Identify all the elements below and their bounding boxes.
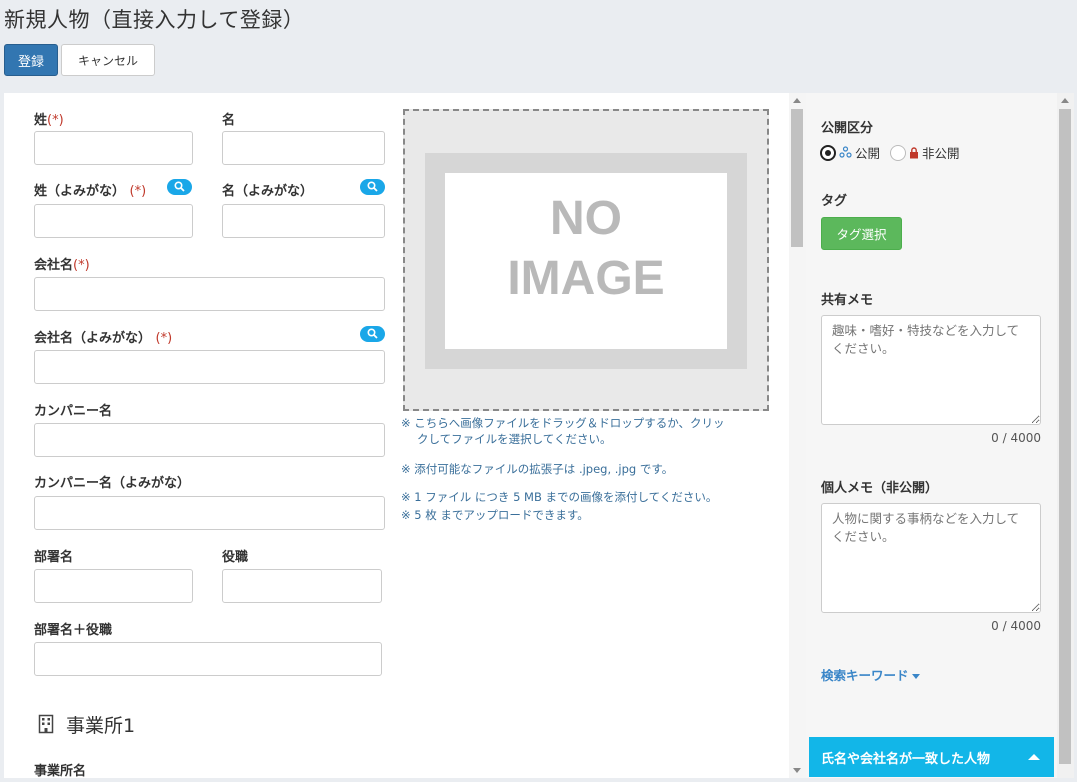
company-name-kana-label: 会社名（よみがな） (*) [34,331,173,346]
company-alias-input[interactable] [34,423,385,457]
company-alias-kana-label: カンパニー名（よみがな） [34,476,191,491]
main-scrollbar[interactable] [789,93,806,778]
public-label: 公開 [855,146,881,161]
image-note-extensions: ※ 添付可能なファイルの拡張子は .jpeg, .jpg です。 [401,462,674,476]
company-alias-label: カンパニー名 [34,404,113,419]
image-note-count-limit: ※ 5 枚 までアップロードできます。 [401,508,589,522]
first-name-input[interactable] [222,131,385,165]
no-image-frame: NO IMAGE [425,153,747,369]
register-button[interactable]: 登録 [4,44,58,76]
shared-memo-textarea[interactable] [821,315,1041,425]
image-note-size-limit: ※ 1 ファイル につき 5 MB までの画像を添付してください。 [401,490,718,504]
caret-up-icon[interactable] [1028,754,1040,760]
position-label: 役職 [222,550,249,565]
company-name-kana-input[interactable] [34,350,385,384]
first-name-kana-input[interactable] [222,204,385,238]
company-name-kana-search-icon[interactable] [360,326,385,342]
last-name-kana-label: 姓（よみがな） (*) [34,184,147,199]
visibility-public-option[interactable]: 公開 [820,143,880,162]
office-name-label: 事業所名 [34,764,87,778]
visibility-private-option[interactable]: 非公開 [890,143,960,162]
personal-memo-label: 個人メモ（非公開） [821,481,939,496]
no-image-placeholder: NO IMAGE [445,173,727,349]
search-keyword-dropdown[interactable]: 検索キーワード [821,665,920,684]
image-note-drag-drop: ※ こちらへ画像ファイルをドラッグ＆ドロップするか、クリッ クしてファイルを選択… [401,416,725,446]
company-name-input[interactable] [34,277,385,311]
public-radio[interactable] [820,144,836,161]
lock-icon [910,146,918,158]
last-name-kana-search-icon[interactable] [167,179,192,195]
image-drop-zone[interactable]: NO IMAGE [403,109,769,411]
cancel-button[interactable]: キャンセル [61,44,155,76]
tag-label: タグ [821,194,848,209]
side-panel: 公開区分 公開 非公開 タグ タグ選択 共有メモ 0 / 4000 個人メモ（非… [806,93,1057,778]
last-name-input[interactable] [34,131,193,165]
shared-memo-label: 共有メモ [821,293,874,308]
scroll-down-arrow-icon[interactable] [793,768,801,773]
private-label: 非公開 [922,146,960,161]
side-scroll-up-icon[interactable] [1061,98,1069,103]
visibility-label: 公開区分 [821,121,874,136]
tag-select-button[interactable]: タグ選択 [821,217,902,250]
personal-memo-textarea[interactable] [821,503,1041,613]
company-alias-kana-input[interactable] [34,496,385,530]
first-name-label: 名 [222,113,236,128]
no-image-text-line2: IMAGE [507,252,665,305]
caret-down-icon [911,674,920,679]
person-form-panel: 姓(*) 名 姓（よみがな） (*) 名（よみがな） 会社名(*) 会社名（よみ… [4,93,806,778]
department-position-label: 部署名＋役職 [34,623,113,638]
scroll-up-arrow-icon[interactable] [793,98,801,103]
personal-memo-counter: 0 / 4000 [991,619,1041,633]
page-title: 新規人物（直接入力して登録） [4,8,305,32]
building-icon [38,714,54,734]
department-label: 部署名 [34,550,74,565]
office-section-title: 事業所1 [66,715,136,737]
public-people-icon [839,146,852,158]
private-radio[interactable] [890,144,906,161]
no-image-text-line1: NO [550,192,622,245]
first-name-kana-label: 名（よみがな） [222,184,314,199]
side-scrollbar[interactable] [1057,93,1074,778]
shared-memo-counter: 0 / 4000 [991,431,1041,445]
last-name-kana-input[interactable] [34,204,193,238]
matching-persons-label: 氏名や会社名が一致した人物 [821,752,991,767]
last-name-label: 姓(*) [34,113,64,128]
department-position-input[interactable] [34,642,382,676]
position-input[interactable] [222,569,382,603]
matching-persons-bar[interactable]: 氏名や会社名が一致した人物 [809,737,1054,777]
visibility-radio-group: 公開 非公開 [820,143,966,161]
company-name-label: 会社名(*) [34,258,90,273]
side-scroll-thumb[interactable] [1059,109,1071,764]
main-scroll-thumb[interactable] [791,109,803,247]
department-input[interactable] [34,569,193,603]
search-keyword-label: 検索キーワード [821,668,909,683]
first-name-kana-search-icon[interactable] [360,179,385,195]
